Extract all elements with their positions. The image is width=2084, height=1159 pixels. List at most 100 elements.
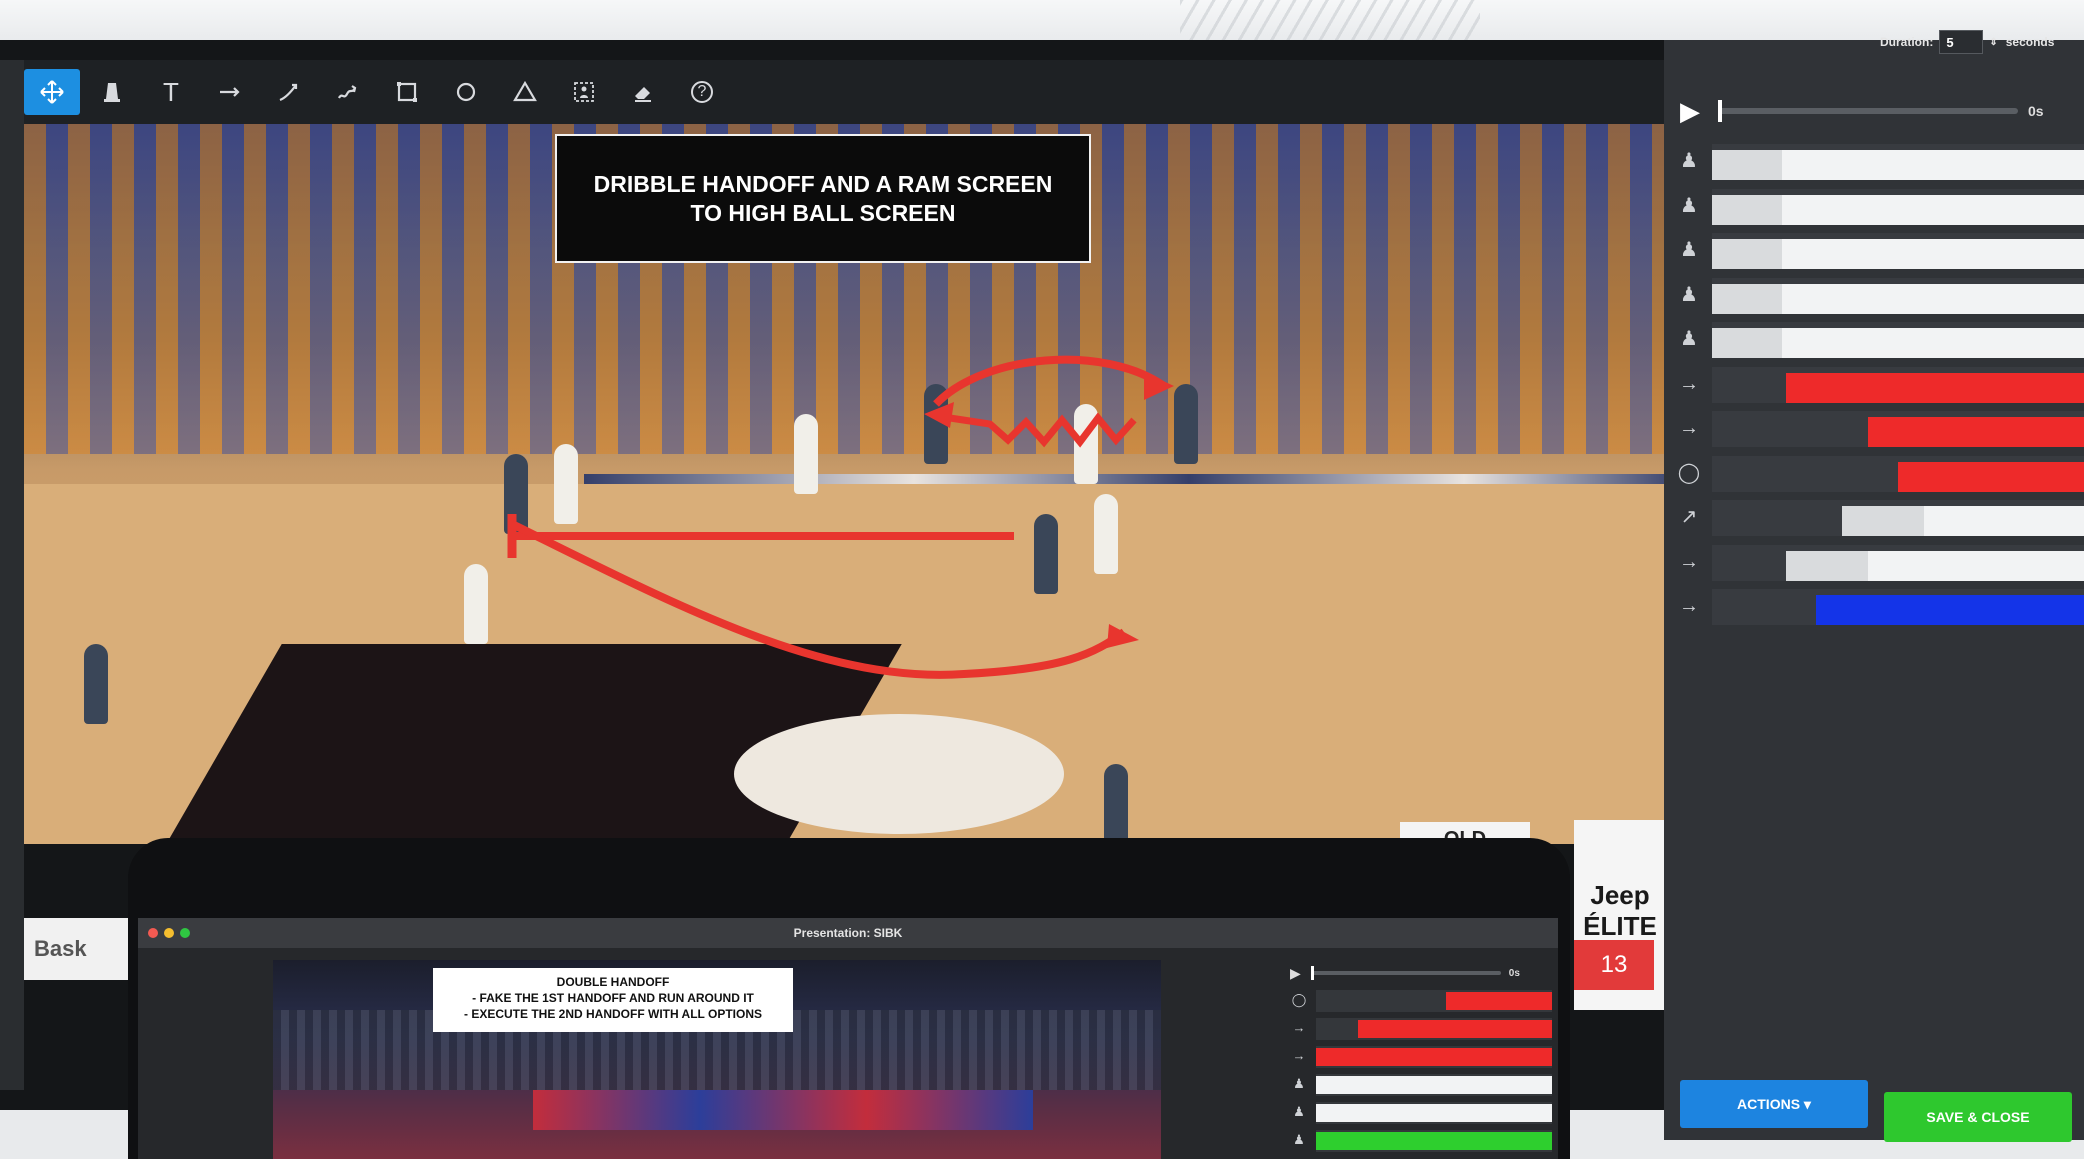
timeline-track[interactable]: ♟	[1664, 274, 2084, 319]
player-icon[interactable]: ♟	[1290, 1104, 1308, 1120]
laptop-scrubber-handle[interactable]	[1310, 966, 1314, 980]
track-lane[interactable]	[1712, 411, 2084, 447]
track-lane[interactable]	[1712, 188, 2084, 225]
arrow-icon[interactable]: →	[1676, 549, 1702, 575]
dribble-arrow-icon	[338, 85, 357, 99]
circle-icon[interactable]: ◯	[1676, 460, 1702, 486]
circle-tool-button[interactable]	[439, 69, 493, 115]
help-tool-button[interactable]: ?	[675, 69, 729, 115]
track-bar[interactable]	[1786, 372, 2084, 403]
laptop-timeline-track[interactable]: ♟	[1290, 1074, 1558, 1096]
actions-button[interactable]: ACTIONS ▾	[1680, 1080, 1868, 1128]
timeline-track[interactable]: ◯	[1664, 452, 2084, 497]
laptop-timeline-track[interactable]: →	[1290, 1018, 1558, 1040]
player-icon[interactable]: ♟	[1290, 1076, 1308, 1092]
timeline-scrubber[interactable]	[1718, 100, 2018, 122]
laptop-track-lane[interactable]	[1316, 1018, 1552, 1040]
curved-arrow-icon[interactable]: ↗	[1676, 504, 1702, 530]
track-bar[interactable]	[1712, 328, 2084, 358]
track-bar[interactable]	[1712, 283, 2084, 314]
laptop-annotation-box[interactable]: DOUBLE HANDOFF - FAKE THE 1ST HANDOFF AN…	[433, 968, 793, 1032]
play-icon[interactable]: ▶	[1680, 96, 1710, 127]
close-window-button[interactable]	[148, 928, 158, 938]
laptop-track-bar[interactable]	[1316, 1132, 1552, 1150]
timeline-track[interactable]: →	[1664, 541, 2084, 586]
timeline-track[interactable]: ♟	[1664, 185, 2084, 230]
track-lane[interactable]	[1712, 233, 2084, 269]
eraser-tool-button[interactable]	[616, 69, 670, 115]
timeline-track[interactable]: ♟	[1664, 318, 2084, 363]
track-bar[interactable]	[1816, 595, 2084, 625]
laptop-play-icon[interactable]: ▶	[1290, 965, 1301, 982]
laptop-timeline-track[interactable]: ◯	[1290, 990, 1558, 1012]
timeline-track[interactable]: →	[1664, 363, 2084, 408]
track-bar[interactable]	[1898, 461, 2084, 492]
laptop-timeline-track[interactable]: →	[1290, 1046, 1558, 1068]
zoom-window-button[interactable]	[180, 928, 190, 938]
player-icon[interactable]: ♟	[1676, 193, 1702, 219]
laptop-track-lane[interactable]	[1316, 1074, 1552, 1096]
laptop-track-lane[interactable]	[1316, 1046, 1552, 1068]
timeline-track[interactable]: →	[1664, 407, 2084, 452]
spotlight-tool-button[interactable]	[557, 69, 611, 115]
player-icon[interactable]: ♟	[1290, 1132, 1308, 1148]
player-icon[interactable]: ♟	[1676, 148, 1702, 174]
track-lane[interactable]	[1712, 589, 2084, 625]
scrubber-handle[interactable]	[1718, 100, 1722, 122]
track-lane[interactable]	[1712, 544, 2084, 581]
player-icon[interactable]: ♟	[1676, 237, 1702, 263]
track-bar[interactable]	[1786, 550, 2084, 581]
minimize-window-button[interactable]	[164, 928, 174, 938]
track-bar[interactable]	[1712, 150, 2084, 180]
track-lane[interactable]	[1712, 322, 2084, 358]
arrow-icon[interactable]: →	[1676, 415, 1702, 441]
duration-stepper-icon[interactable]: ⇕	[1989, 37, 1997, 48]
curved-arrow-tool-button[interactable]	[262, 69, 316, 115]
laptop-track-bar[interactable]	[1316, 1104, 1552, 1122]
track-bar[interactable]	[1712, 194, 2084, 225]
track-bar[interactable]	[1712, 239, 2084, 269]
duration-input[interactable]: 5	[1939, 30, 1984, 54]
laptop-track-bar[interactable]	[1316, 1076, 1552, 1094]
laptop-time-readout: 0s	[1508, 967, 1520, 979]
track-bar[interactable]	[1868, 417, 2084, 447]
track-lane[interactable]	[1712, 500, 2084, 536]
track-lane[interactable]	[1712, 144, 2084, 180]
timeline-track[interactable]: →	[1664, 585, 2084, 630]
arrow-icon[interactable]: →	[1676, 371, 1702, 397]
timeline-track[interactable]: ♟	[1664, 229, 2084, 274]
arrow-icon[interactable]: →	[1290, 1020, 1308, 1035]
laptop-track-lane[interactable]	[1316, 1130, 1552, 1152]
handoff-arc-arrow	[933, 355, 1167, 407]
rectangle-tool-button[interactable]	[380, 69, 434, 115]
arrow-tool-button[interactable]	[203, 69, 257, 115]
laptop-track-lane[interactable]	[1316, 990, 1552, 1012]
arrow-icon[interactable]: →	[1290, 1048, 1308, 1063]
triangle-tool-button[interactable]	[498, 69, 552, 115]
laptop-track-bar[interactable]	[1358, 1020, 1552, 1038]
laptop-track-bar[interactable]	[1445, 992, 1552, 1010]
track-lane[interactable]	[1712, 455, 2084, 492]
player-tool-button[interactable]	[85, 69, 139, 115]
text-tool-button[interactable]: T	[144, 69, 198, 115]
player-icon[interactable]: ♟	[1676, 326, 1702, 352]
laptop-timeline-track[interactable]: ♟	[1290, 1102, 1558, 1124]
circle-icon[interactable]: ◯	[1290, 992, 1308, 1008]
move-tool-button[interactable]	[24, 69, 80, 115]
laptop-track-bar[interactable]	[1316, 1048, 1552, 1066]
track-lane[interactable]	[1712, 277, 2084, 314]
arrow-icon[interactable]: →	[1676, 593, 1702, 619]
track-lane[interactable]	[1712, 366, 2084, 403]
arrow-icon	[220, 87, 240, 97]
timeline-tracks: ♟ ♟ ♟ ♟ ♟ → → ◯ ↗ → →	[1664, 140, 2084, 630]
timeline-track[interactable]: ↗	[1664, 496, 2084, 541]
timeline-track[interactable]: ♟	[1664, 140, 2084, 185]
dribble-arrow-tool-button[interactable]	[321, 69, 375, 115]
laptop-track-lane[interactable]	[1316, 1102, 1552, 1124]
player-icon[interactable]: ♟	[1676, 282, 1702, 308]
laptop-timeline-track[interactable]: ♟	[1290, 1130, 1558, 1152]
laptop-scrubber[interactable]	[1310, 966, 1501, 980]
annotation-title-box[interactable]: DRIBBLE HANDOFF AND A RAM SCREEN TO HIGH…	[555, 134, 1091, 263]
track-bar[interactable]	[1842, 506, 2084, 536]
save-and-close-button[interactable]: SAVE & CLOSE	[1884, 1092, 2072, 1142]
